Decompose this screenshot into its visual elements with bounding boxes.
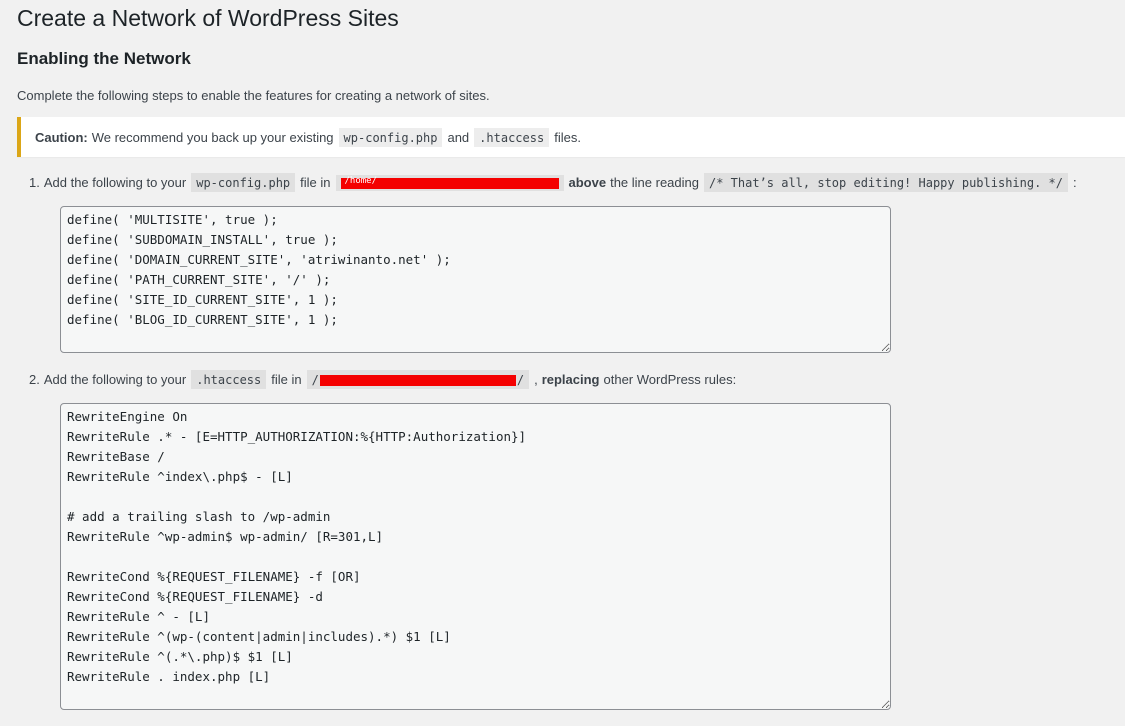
caution-text-mid: and — [447, 129, 470, 145]
step-2-bold: replacing — [541, 372, 600, 387]
step-1-bold: above — [568, 175, 607, 190]
step-1-number: 1. — [29, 175, 40, 190]
step-1-file-code: wp-config.php — [191, 173, 296, 192]
wp-config-code-textarea[interactable]: define( 'MULTISITE', true ); define( 'SU… — [60, 206, 891, 353]
step-1-instructions: 1. Add the following to your wp-config.p… — [29, 173, 1077, 192]
section-title: Enabling the Network — [17, 49, 191, 68]
step-2-path-prefix: / — [311, 373, 319, 387]
step-2-path-code: / / — [306, 370, 530, 389]
caution-text-after: files. — [554, 129, 581, 145]
step-1-path-code: /home/ — [335, 174, 564, 191]
step-2-path-suffix: / — [516, 373, 525, 387]
intro-text: Complete the following steps to enable t… — [17, 88, 490, 103]
caution-notice: Caution: We recommend you back up your e… — [17, 117, 1125, 157]
step-2-instructions: 2. Add the following to your .htaccess f… — [29, 370, 736, 389]
step-1-path-prefix: /home/ — [344, 175, 378, 186]
redacted-path-bar: /home/ — [340, 175, 559, 189]
step-1-text-before: Add the following to your — [43, 175, 187, 190]
caution-label: Caution: — [35, 129, 88, 145]
step-2-file-in: file in — [271, 372, 302, 387]
step-1-stop-line: /* That’s all, stop editing! Happy publi… — [703, 173, 1068, 192]
page-title: Create a Network of WordPress Sites — [17, 5, 399, 31]
caution-text-before: We recommend you back up your existing — [91, 129, 334, 145]
step-2-text-before: Add the following to your — [43, 372, 187, 387]
redacted-path-bar — [319, 374, 516, 386]
step-1-text-after: the line reading — [610, 175, 699, 190]
step-2-file-code: .htaccess — [191, 370, 267, 389]
caution-code-htaccess: .htaccess — [474, 127, 550, 147]
step-2-number: 2. — [29, 372, 40, 387]
step-1-file-in: file in — [300, 175, 331, 190]
caution-code-wpconfig: wp-config.php — [338, 127, 443, 147]
step-2-text-end: other WordPress rules: — [603, 372, 737, 387]
step-2-comma: , — [534, 372, 538, 387]
step-1-trailing: : — [1073, 175, 1077, 190]
htaccess-code-textarea[interactable]: RewriteEngine On RewriteRule .* - [E=HTT… — [60, 403, 891, 710]
